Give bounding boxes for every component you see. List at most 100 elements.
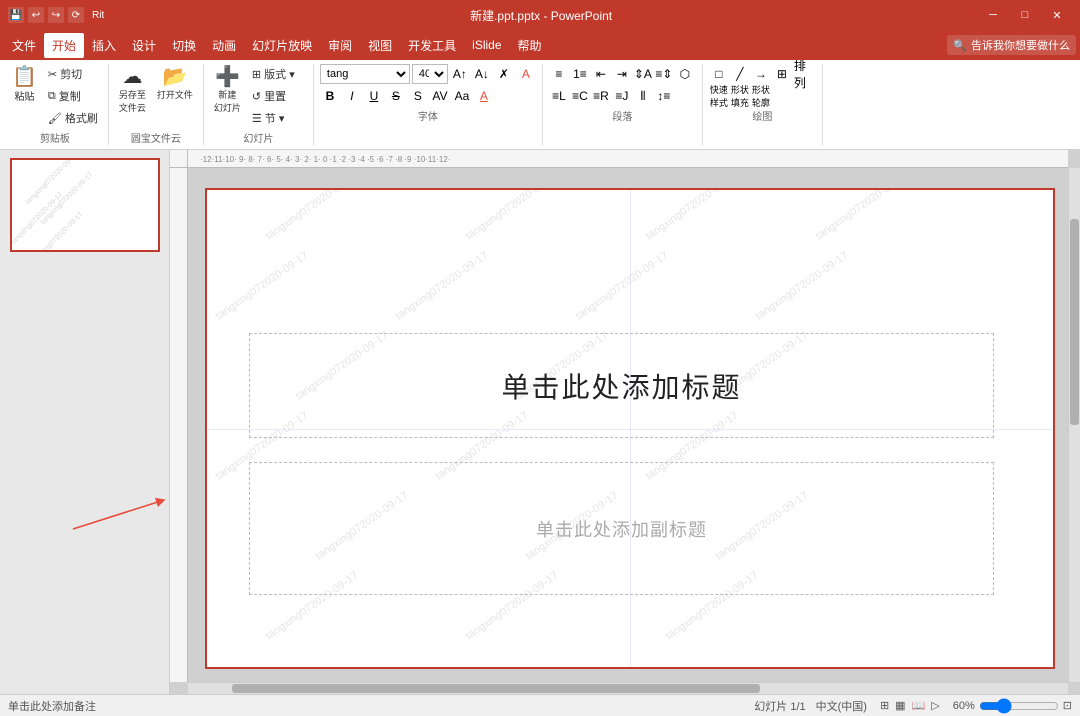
close-button[interactable]: ✕ — [1042, 5, 1072, 25]
view-slide-icon[interactable]: ▦ — [895, 699, 905, 712]
maximize-button[interactable]: □ — [1010, 5, 1040, 25]
shape-fill-button[interactable]: 形状填充 — [730, 86, 750, 106]
undo-icon[interactable]: ↩ — [28, 7, 44, 23]
bold-button[interactable]: B — [320, 86, 340, 106]
line-spacing-button[interactable]: ↕≡ — [654, 86, 674, 106]
decrease-indent-button[interactable]: ⇤ — [591, 64, 611, 84]
status-bar: 单击此处添加备注 幻灯片 1/1 中文(中国) ⊞ ▦ 📖 ▷ 60% ⊡ — [0, 694, 1080, 716]
cut-button[interactable]: ✂ 剪切 — [44, 64, 102, 84]
align-right-button[interactable]: ≡R — [591, 86, 611, 106]
font-row2: B I U S S AV Aa A — [320, 86, 536, 106]
quick-styles-button[interactable]: 快速样式 — [709, 86, 729, 106]
menu-developer[interactable]: 开发工具 — [400, 33, 464, 58]
cut-label: 剪切 — [60, 66, 82, 82]
format-painter-button[interactable]: 🖌 格式刷 — [44, 108, 102, 128]
zoom-fit-icon[interactable]: ⊡ — [1063, 699, 1072, 712]
h-scrollbar[interactable] — [188, 682, 1068, 694]
menu-slideshow[interactable]: 幻灯片放映 — [244, 33, 320, 58]
clear-format-button[interactable]: ✗ — [494, 64, 514, 84]
v-ruler: 9·8·7·6·5·4·3·2·1·0·-1·-2·-3·-4·-5·-6·-7… — [170, 168, 188, 682]
underline-button[interactable]: U — [364, 86, 384, 106]
cloud-open-icon: 📂 — [162, 67, 187, 87]
menu-islide[interactable]: iSlide — [464, 34, 509, 56]
ribbon-group-slides: ➕ 新建幻灯片 ⊞ 版式 ▾ ↺ 里置 ☰ 节 ▾ — [204, 64, 314, 145]
slide-title-text: 单击此处添加标题 — [502, 366, 742, 406]
numbering-button[interactable]: 1≡ — [570, 64, 590, 84]
title-text-box[interactable]: 单击此处添加标题 — [249, 333, 993, 438]
language-indicator: 中文(中国) — [816, 698, 867, 714]
shape-line-button[interactable]: ╱ — [730, 64, 750, 84]
view-slideshow-icon[interactable]: ▷ — [931, 699, 939, 712]
copy-icon: ⧉ — [48, 90, 56, 103]
align-center-button[interactable]: ≡C — [570, 86, 590, 106]
ribbon-group-paragraph: ≡ 1≡ ⇤ ⇥ ⇕A ≡⇕ ⬡ ≡L ≡C ≡R ≡J ⫴ ↕≡ 段落 — [543, 64, 703, 145]
shape-rect-button[interactable]: □ — [709, 64, 729, 84]
strikethrough-button[interactable]: S — [386, 86, 406, 106]
font-size-field[interactable]: Aa — [452, 86, 472, 106]
decrease-font-button[interactable]: A↓ — [472, 64, 492, 84]
ribbon-content: 📋 粘贴 ✂ 剪切 ⧉ 复制 🖌 格式刷 — [0, 60, 1080, 149]
save-icon[interactable]: 💾 — [8, 7, 24, 23]
menu-file[interactable]: 文件 — [4, 33, 44, 58]
layout-button[interactable]: ⊞ 版式 ▾ — [248, 64, 299, 84]
menu-insert[interactable]: 插入 — [84, 33, 124, 58]
minimize-button[interactable]: ─ — [978, 5, 1008, 25]
column-button[interactable]: ⫴ — [633, 86, 653, 106]
ribbon-group-clipboard: 📋 粘贴 ✂ 剪切 ⧉ 复制 🖌 格式刷 — [2, 64, 109, 145]
section-button[interactable]: ☰ 节 ▾ — [248, 108, 299, 128]
h-scrollbar-thumb[interactable] — [232, 684, 760, 693]
redo-icon[interactable]: ↪ — [48, 7, 64, 23]
align-text-button[interactable]: ≡⇕ — [654, 64, 674, 84]
shape-more-button[interactable]: ⊞ — [772, 64, 792, 84]
wm5: tangxing072020-09-17 — [214, 250, 311, 323]
increase-indent-button[interactable]: ⇥ — [612, 64, 632, 84]
bullets-button[interactable]: ≡ — [549, 64, 569, 84]
ribbon-group-cloud: ☁ 另存至文件云 📂 打开文件 圆宝文件云 — [109, 64, 204, 145]
copy-button[interactable]: ⧉ 复制 — [44, 86, 102, 106]
status-notes[interactable]: 单击此处添加备注 — [8, 698, 96, 714]
open-cloud-button[interactable]: 📂 打开文件 — [153, 64, 197, 104]
app-layout: 1 tangxing072020-09-17 tangxing072020-09… — [0, 150, 1080, 716]
subtitle-text-box[interactable]: 单击此处添加副标题 — [249, 462, 993, 596]
slide-thumbnail-1[interactable]: tangxing072020-09-17 tangxing072020-09-1… — [10, 158, 160, 252]
menu-review[interactable]: 审阅 — [320, 33, 360, 58]
shape-outline-button[interactable]: 形状轮廓 — [751, 86, 771, 106]
font-color2-button[interactable]: A — [474, 86, 494, 106]
font-name-select[interactable]: tang — [320, 64, 410, 84]
menu-home[interactable]: 开始 — [44, 33, 84, 58]
menu-view[interactable]: 视图 — [360, 33, 400, 58]
view-reading-icon[interactable]: 📖 — [912, 699, 926, 712]
font-row1: tang 40 A↑ A↓ ✗ A — [320, 64, 536, 84]
save-cloud-button[interactable]: ☁ 另存至文件云 — [115, 64, 150, 117]
zoom-slider[interactable] — [979, 698, 1059, 714]
font-size-select[interactable]: 40 — [412, 64, 448, 84]
justify-button[interactable]: ≡J — [612, 86, 632, 106]
menu-design[interactable]: 设计 — [124, 33, 164, 58]
arrange-button[interactable]: 排列 — [793, 64, 813, 84]
recover-icon[interactable]: ⟳ — [68, 7, 84, 23]
char-spacing-button[interactable]: AV — [430, 86, 450, 106]
shape-arrow-button[interactable]: → — [751, 64, 771, 84]
v-scrollbar-thumb[interactable] — [1070, 219, 1079, 425]
view-normal-icon[interactable]: ⊞ — [880, 699, 889, 712]
menu-animation[interactable]: 动画 — [204, 33, 244, 58]
menu-transition[interactable]: 切换 — [164, 33, 204, 58]
slide-subtitle-text: 单击此处添加副标题 — [536, 516, 707, 542]
new-slide-button[interactable]: ➕ 新建幻灯片 — [210, 64, 245, 117]
svg-text:·12·11·10· 9· 8· 7· 6· 5· 4· 3: ·12·11·10· 9· 8· 7· 6· 5· 4· 3· 2· 1· 0 … — [200, 155, 450, 164]
align-left-button[interactable]: ≡L — [549, 86, 569, 106]
menu-help[interactable]: 帮助 — [510, 33, 550, 58]
smart-art-button[interactable]: ⬡ — [675, 64, 695, 84]
paste-button[interactable]: 📋 粘贴 — [8, 64, 41, 106]
draw-row1: □ ╱ → ⊞ 排列 — [709, 64, 813, 84]
text-shadow-button[interactable]: S — [408, 86, 428, 106]
font-color-button[interactable]: A — [516, 64, 536, 84]
italic-button[interactable]: I — [342, 86, 362, 106]
slide-canvas[interactable]: tangxing072020-09-17 tangxing072020-09-1… — [205, 188, 1055, 669]
increase-font-button[interactable]: A↑ — [450, 64, 470, 84]
text-direction-button[interactable]: ⇕A — [633, 64, 653, 84]
reset-button[interactable]: ↺ 里置 — [248, 86, 299, 106]
font-group-label: 字体 — [320, 108, 536, 123]
search-bar[interactable]: 🔍 告诉我你想要做什么 — [947, 35, 1076, 55]
v-scrollbar[interactable] — [1068, 168, 1080, 682]
